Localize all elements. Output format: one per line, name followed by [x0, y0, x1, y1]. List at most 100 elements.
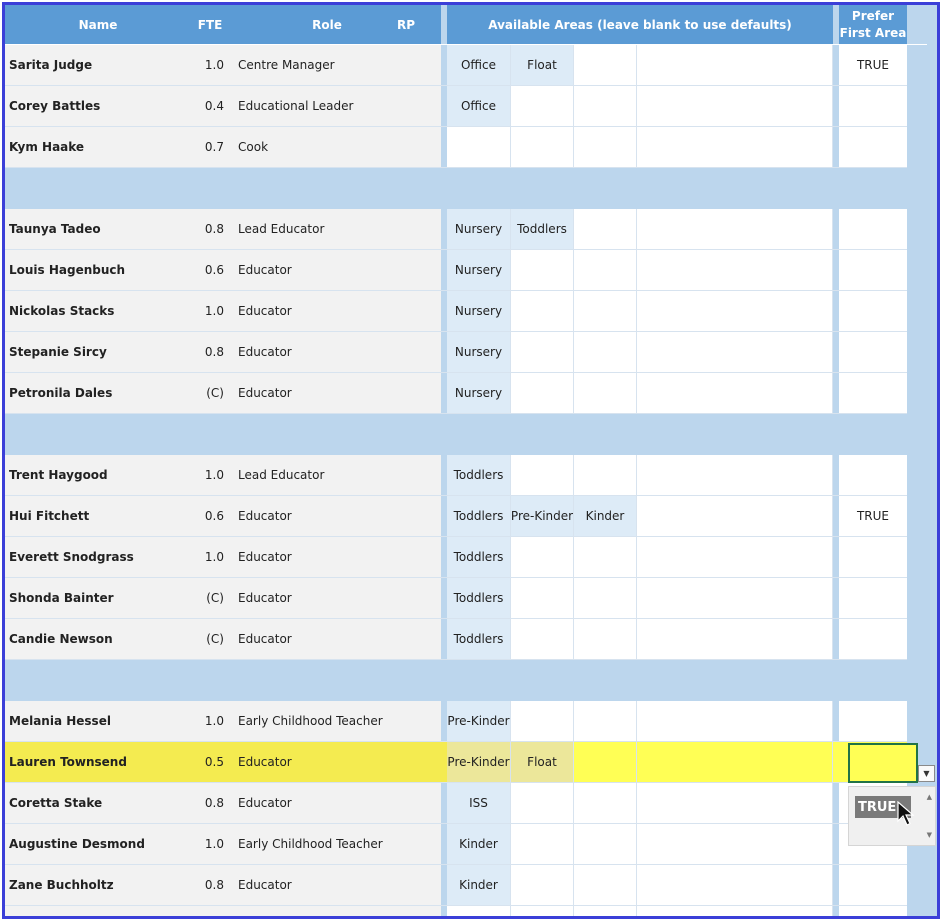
cell-rp[interactable]: [425, 496, 441, 537]
scroll-down-icon[interactable]: ▼: [927, 831, 932, 839]
cell-prefer-first-area[interactable]: [839, 332, 907, 373]
cell-rp[interactable]: [425, 906, 441, 916]
cell-area-3[interactable]: [574, 45, 637, 86]
cell-name[interactable]: Coretta Stake: [5, 783, 191, 824]
cell-rp[interactable]: [425, 619, 441, 660]
cell-rp[interactable]: [425, 537, 441, 578]
cell-prefer-first-area[interactable]: [839, 127, 907, 168]
cell-fte[interactable]: 0.6: [191, 250, 229, 291]
dropdown-arrow-button[interactable]: ▼: [918, 765, 935, 782]
cell-role[interactable]: Early Childhood Teacher: [229, 824, 425, 865]
header-rp[interactable]: RP: [397, 5, 441, 45]
cell-area-2[interactable]: Float: [511, 45, 574, 86]
cell-role[interactable]: Educator: [229, 578, 425, 619]
cell-area-3[interactable]: Kinder: [574, 496, 637, 537]
cell-name[interactable]: Melania Hessel: [5, 701, 191, 742]
cell-area-extra[interactable]: [637, 701, 833, 742]
cell-prefer-first-area[interactable]: TRUE: [839, 45, 907, 86]
cell-prefer-first-area[interactable]: [839, 455, 907, 496]
cell-name[interactable]: Lauren Townsend: [5, 742, 191, 783]
cell-name[interactable]: Everett Snodgrass: [5, 537, 191, 578]
cell-fte[interactable]: [191, 906, 229, 916]
cell-fte[interactable]: (C): [191, 373, 229, 414]
cell-rp[interactable]: [425, 127, 441, 168]
cell-area-1[interactable]: Kinder: [447, 824, 511, 865]
cell-prefer-first-area[interactable]: [839, 906, 907, 916]
cell-name[interactable]: Augustine Desmond: [5, 824, 191, 865]
cell-area-2[interactable]: [511, 865, 574, 906]
scroll-up-icon[interactable]: ▲: [927, 793, 932, 801]
cell-fte[interactable]: 0.7: [191, 127, 229, 168]
cell-area-3[interactable]: [574, 701, 637, 742]
cell-area-2[interactable]: [511, 127, 574, 168]
cell-area-1[interactable]: [447, 127, 511, 168]
cell-name[interactable]: Shonda Bainter: [5, 578, 191, 619]
cell-role[interactable]: Educator: [229, 537, 425, 578]
cell-rp[interactable]: [425, 865, 441, 906]
cell-name[interactable]: Louis Hagenbuch: [5, 250, 191, 291]
cell-area-extra[interactable]: [637, 250, 833, 291]
cell-rp[interactable]: [425, 373, 441, 414]
cell-area-3[interactable]: [574, 455, 637, 496]
cell-name[interactable]: Kym Haake: [5, 127, 191, 168]
cell-prefer-first-area[interactable]: [839, 373, 907, 414]
cell-area-2[interactable]: [511, 291, 574, 332]
cell-fte[interactable]: 0.5: [191, 742, 229, 783]
cell-role[interactable]: Educator: [229, 291, 425, 332]
cell-area-1[interactable]: Pre-Kinder: [447, 742, 511, 783]
cell-rp[interactable]: [425, 455, 441, 496]
cell-area-3[interactable]: [574, 906, 637, 916]
cell-area-1[interactable]: Office: [447, 86, 511, 127]
cell-name[interactable]: Corey Battles: [5, 86, 191, 127]
cell-area-2[interactable]: [511, 578, 574, 619]
cell-rp[interactable]: [425, 209, 441, 250]
cell-rp[interactable]: [425, 291, 441, 332]
cell-area-3[interactable]: [574, 291, 637, 332]
cell-role[interactable]: Early Childhood Teacher: [229, 701, 425, 742]
cell-fte[interactable]: 1.0: [191, 291, 229, 332]
cell-name[interactable]: Zane Buchholtz: [5, 865, 191, 906]
cell-area-2[interactable]: [511, 332, 574, 373]
cell-fte[interactable]: 1.0: [191, 45, 229, 86]
cell-area-2[interactable]: [511, 537, 574, 578]
cell-area-3[interactable]: [574, 250, 637, 291]
cell-area-3[interactable]: [574, 537, 637, 578]
cell-area-3[interactable]: [574, 127, 637, 168]
cell-role[interactable]: Educator: [229, 332, 425, 373]
cell-area-2[interactable]: Toddlers: [511, 209, 574, 250]
cell-fte[interactable]: 0.8: [191, 332, 229, 373]
cell-area-1[interactable]: [447, 906, 511, 916]
header-prefer-first-area[interactable]: Prefer First Area: [839, 5, 907, 45]
cell-name[interactable]: Candie Newson: [5, 619, 191, 660]
cell-area-3[interactable]: [574, 86, 637, 127]
cell-area-extra[interactable]: [637, 865, 833, 906]
cell-area-1[interactable]: Nursery: [447, 291, 511, 332]
cell-fte[interactable]: 1.0: [191, 824, 229, 865]
cell-name[interactable]: Trent Haygood: [5, 455, 191, 496]
cell-role[interactable]: Educator: [229, 496, 425, 537]
cell-area-extra[interactable]: [637, 127, 833, 168]
cell-area-1[interactable]: Nursery: [447, 332, 511, 373]
header-role[interactable]: Role: [229, 5, 425, 45]
cell-area-extra[interactable]: [637, 45, 833, 86]
cell-area-1[interactable]: Toddlers: [447, 578, 511, 619]
cell-area-extra[interactable]: [637, 455, 833, 496]
cell-area-extra[interactable]: [637, 86, 833, 127]
cell-name[interactable]: Taunya Tadeo: [5, 209, 191, 250]
header-fte[interactable]: FTE: [191, 5, 229, 45]
cell-prefer-first-area[interactable]: [839, 865, 907, 906]
cell-role[interactable]: Lead Educator: [229, 209, 425, 250]
cell-area-extra[interactable]: [637, 783, 833, 824]
cell-prefer-first-area[interactable]: [839, 250, 907, 291]
cell-area-extra[interactable]: [637, 537, 833, 578]
cell-fte[interactable]: 1.0: [191, 701, 229, 742]
cell-rp[interactable]: [425, 701, 441, 742]
cell-rp[interactable]: [425, 250, 441, 291]
cell-prefer-first-area[interactable]: [839, 209, 907, 250]
cell-area-3[interactable]: [574, 578, 637, 619]
cell-area-3[interactable]: [574, 865, 637, 906]
cell-name[interactable]: Hui Fitchett: [5, 496, 191, 537]
cell-area-2[interactable]: [511, 455, 574, 496]
cell-name[interactable]: Petronila Dales: [5, 373, 191, 414]
cell-name[interactable]: Nickolas Stacks: [5, 291, 191, 332]
